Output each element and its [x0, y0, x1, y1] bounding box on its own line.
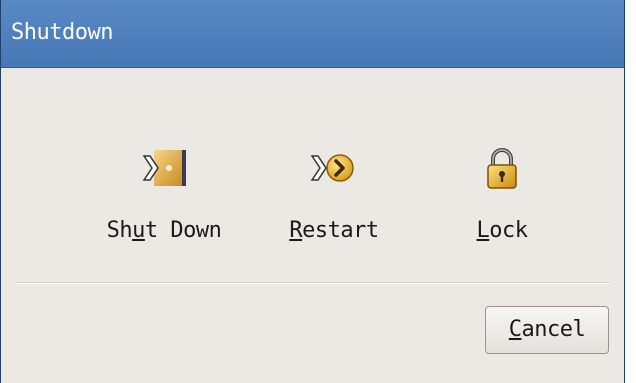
- separator: [15, 282, 610, 284]
- restart-button[interactable]: Restart: [259, 146, 409, 243]
- restart-label: Restart: [289, 218, 379, 243]
- shut-down-label: Shut Down: [106, 218, 222, 243]
- lock-label: Lock: [476, 218, 529, 243]
- shut-down-button[interactable]: Shut Down: [89, 146, 239, 243]
- lock-button[interactable]: Lock: [427, 146, 577, 243]
- lock-icon: [487, 148, 517, 189]
- shutdown-dialog: Shutdown Shut Down Restart Lock Cancel: [0, 0, 625, 383]
- shutdown-icon: [142, 150, 186, 186]
- cancel-button[interactable]: Cancel: [485, 306, 609, 354]
- title-bar[interactable]: Shutdown: [1, 0, 624, 68]
- window-title: Shutdown: [11, 20, 113, 45]
- restart-icon: [310, 154, 354, 182]
